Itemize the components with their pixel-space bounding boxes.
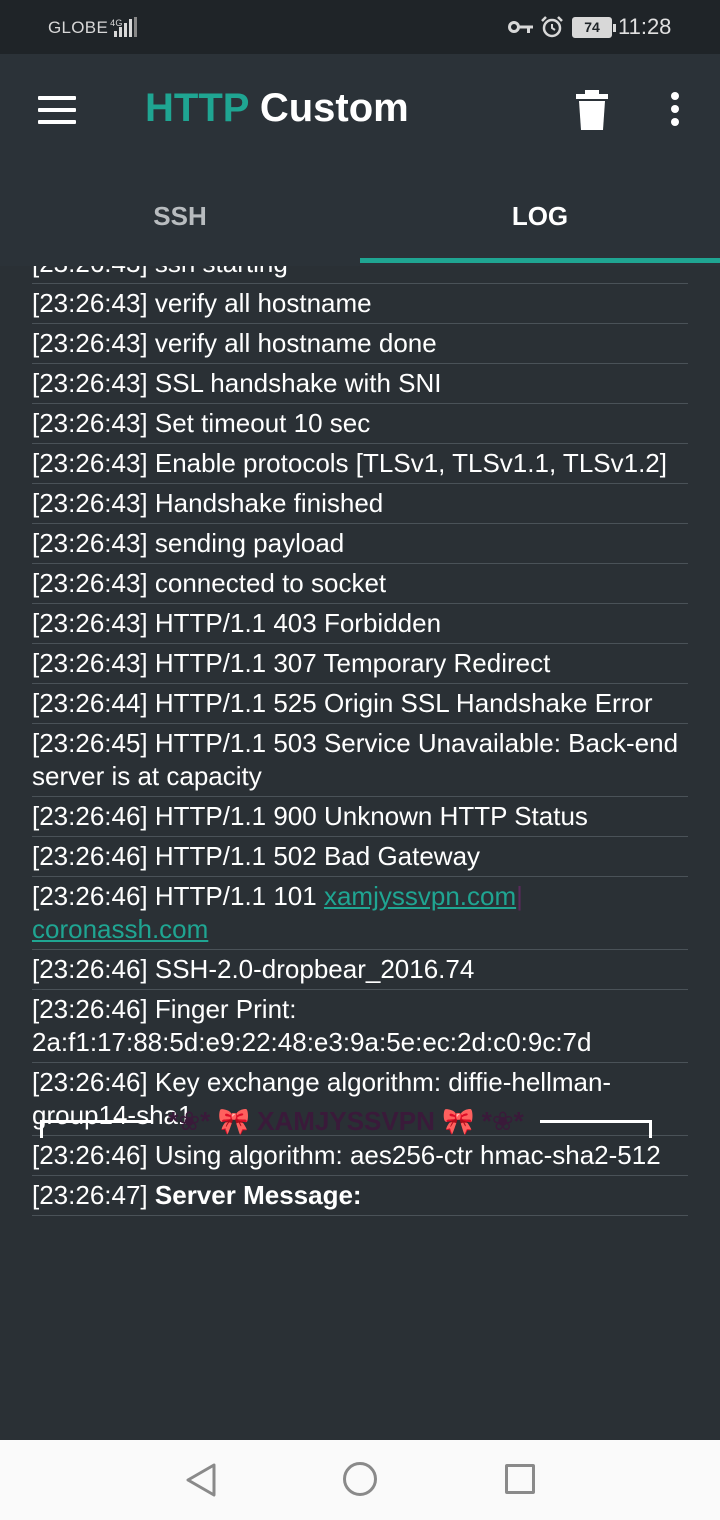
log-line: [23:26:43] Handshake finished [32,484,688,524]
log-line: [23:26:46] HTTP/1.1 502 Bad Gateway [32,837,688,877]
log-line-text: [23:26:43] connected to socket [32,568,387,598]
trash-icon[interactable] [576,90,608,130]
log-line: [23:26:43] ssh starting [32,266,688,284]
log-line-text: [23:26:43] HTTP/1.1 307 Temporary Redire… [32,648,551,678]
log-line-text: [23:26:43] Handshake finished [32,488,384,518]
carrier-label: GLOBE 4G [48,18,123,37]
alarm-icon [541,16,563,38]
banner-line-left [40,1120,152,1138]
log-line-text: [23:26:43] sending payload [32,528,345,558]
app-title-custom: Custom [259,86,409,130]
bow-icon-right: 🎀 [442,1106,475,1136]
clock: 11:28 [618,14,672,39]
banner-name: XAMJYSSVPN [257,1106,435,1136]
log-line-text: [23:26:46] HTTP/1.1 502 Bad Gateway [32,841,481,871]
log-line-text: [23:26:46] HTTP/1.1 900 Unknown HTTP Sta… [32,801,588,831]
log-line: [23:26:43] Enable protocols [TLSv1, TLSv… [32,444,688,484]
home-icon[interactable] [343,1462,377,1496]
log-line-bold: Server Message: [154,1180,362,1210]
log-line: [23:26:43] verify all hostname done [32,324,688,364]
log-line: [23:26:47] Server Message: [32,1176,688,1216]
log-line-text: [23:26:43] HTTP/1.1 403 Forbidden [32,608,442,638]
log-line-text: [23:26:43] verify all hostname [32,288,372,318]
app-title: HTTP Custom [145,86,409,131]
log-line-text: [23:26:43] Set timeout 10 sec [32,408,371,438]
log-line-text: [23:26:47] [32,1180,155,1210]
banner-text: *❀* 🎀 XAMJYSSVPN 🎀 *❀* [152,1106,540,1136]
log-line: [23:26:43] SSL handshake with SNI [32,364,688,404]
menu-icon[interactable] [38,96,76,124]
log-line: [23:26:43] HTTP/1.1 403 Forbidden [32,604,688,644]
log-line: [23:26:43] Set timeout 10 sec [32,404,688,444]
vpn-key-icon [508,21,533,33]
log-line: [23:26:43] verify all hostname [32,284,688,324]
server-message-banner: *❀* 🎀 XAMJYSSVPN 🎀 *❀* [40,1106,652,1146]
navigation-bar [0,1440,720,1520]
log-line: [23:26:46] HTTP/1.1 101 xamjyssvpn.com| … [32,877,688,950]
log-line-text: [23:26:46] SSH-2.0-dropbear_2016.74 [32,954,475,984]
log-list: [23:26:43] ssh starting [23:26:43] verify… [32,266,688,1216]
banner-line-right [540,1120,652,1138]
log-line-text: [23:26:46] Finger Print: 2a:f1:17:88:5d:… [32,994,592,1057]
log-line: [23:26:43] HTTP/1.1 307 Temporary Redire… [32,644,688,684]
log-line: [23:26:46] SSH-2.0-dropbear_2016.74 [32,950,688,990]
log-line-text: [23:26:46] HTTP/1.1 101 [32,881,324,911]
log-link-separator[interactable]: | [516,881,523,911]
tab-indicator [360,258,720,263]
status-bar: GLOBE 4G 74 11:28 [0,0,720,54]
app-title-http: HTTP [145,86,249,130]
tab-log[interactable]: LOG [360,170,720,266]
tab-ssh[interactable]: SSH [0,170,360,266]
signal-icon [114,17,137,37]
recents-icon[interactable] [505,1464,535,1494]
log-line: [23:26:46] Finger Print: 2a:f1:17:88:5d:… [32,990,688,1063]
log-line: [23:26:43] connected to socket [32,564,688,604]
battery-indicator: 74 [572,17,616,38]
log-line: [23:26:44] HTTP/1.1 525 Origin SSL Hands… [32,684,688,724]
log-line-text: [23:26:43] SSL handshake with SNI [32,368,442,398]
back-icon[interactable] [184,1462,218,1498]
log-line: [23:26:46] HTTP/1.1 900 Unknown HTTP Sta… [32,797,688,837]
banner-deco-left: *❀* [168,1106,211,1136]
log-line-text: [23:26:43] ssh starting [32,266,288,278]
log-line-text: [23:26:44] HTTP/1.1 525 Origin SSL Hands… [32,688,653,718]
log-link[interactable]: xamjyssvpn.com [324,881,516,911]
log-line-text: [23:26:45] HTTP/1.1 503 Service Unavaila… [32,728,686,791]
log-panel[interactable]: [23:26:43] ssh starting [23:26:43] verify… [0,266,720,1440]
log-line: [23:26:45] HTTP/1.1 503 Service Unavaila… [32,724,688,797]
log-line-text: [23:26:43] Enable protocols [TLSv1, TLSv… [32,448,667,478]
log-line: [23:26:43] sending payload [32,524,688,564]
log-line-text: [23:26:43] verify all hostname done [32,328,437,358]
log-link[interactable]: coronassh.com [32,914,208,944]
bow-icon: 🎀 [217,1106,250,1136]
more-options-icon[interactable] [668,92,682,130]
banner-deco-right: *❀* [481,1106,524,1136]
